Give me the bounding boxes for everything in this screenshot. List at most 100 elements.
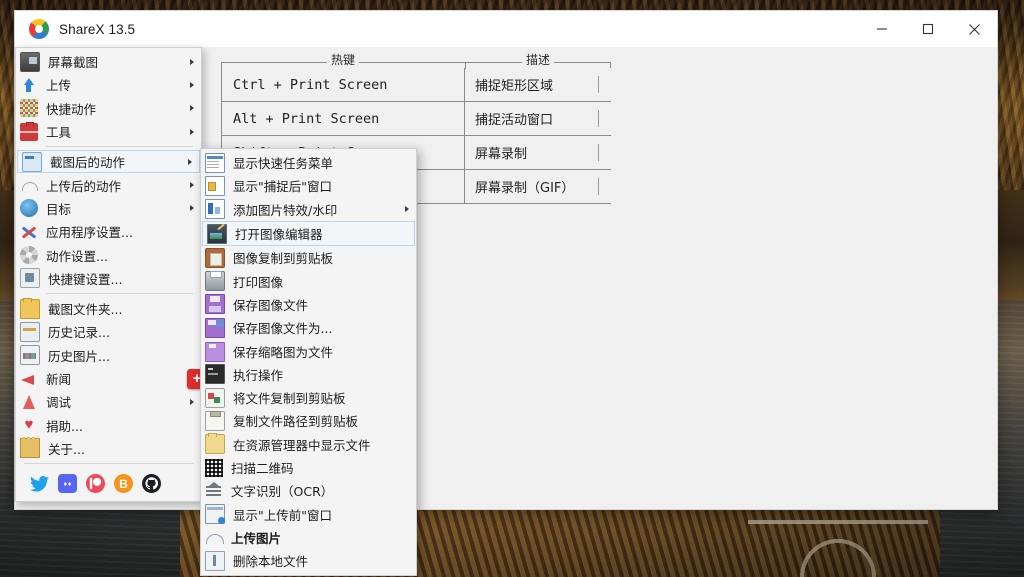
menu-item-label: 保存缩略图为文件	[233, 344, 334, 360]
submenu-item-before-upload-window[interactable]: 显示"上传前"窗口	[201, 502, 416, 525]
submenu-item-delete-local-file[interactable]: 删除本地文件	[201, 549, 416, 572]
submenu-item-copy-file-path[interactable]: 复制文件路径到剪贴板	[201, 409, 416, 432]
menu-item-label: 上传图片	[231, 530, 282, 546]
menu-item-upload-arrow[interactable]: 上传	[16, 73, 201, 96]
submenu-item-upload-image[interactable]: 上传图片	[201, 526, 416, 549]
menu-item-label: 显示"上传前"窗口	[233, 507, 332, 523]
menu-item-toolbox[interactable]: 工具	[16, 120, 201, 143]
submenu-item-save[interactable]: 保存图像文件	[201, 293, 416, 316]
destination-globe-icon	[20, 199, 38, 218]
menu-item-screenshot[interactable]: 屏幕截图	[16, 50, 201, 73]
save-as-icon	[205, 317, 225, 338]
menu-item-grid[interactable]: 快捷动作	[16, 97, 201, 120]
submenu-item-save-thumbnail[interactable]: 保存缩略图为文件	[201, 339, 416, 363]
menu-item-gear[interactable]: 动作设置...	[16, 243, 201, 266]
description-column-header: 描述	[465, 51, 611, 69]
folder-icon	[20, 297, 40, 319]
submenu-item-copy-file[interactable]: 将文件复制到剪贴板	[201, 386, 416, 409]
hotkey-description-cell: 捕捉矩形区域	[475, 79, 554, 94]
discord-icon[interactable]	[58, 474, 77, 494]
menu-item-label: 历史图片...	[48, 348, 110, 364]
hotkey-description-cell: 屏幕录制	[475, 147, 528, 162]
bitcoin-icon[interactable]: B	[114, 474, 133, 494]
twitter-icon[interactable]	[30, 474, 49, 493]
menu-item-hotkey-settings[interactable]: 快捷键设置...	[16, 267, 201, 290]
maximize-button[interactable]	[905, 11, 951, 47]
minimize-button[interactable]	[859, 11, 905, 47]
close-button[interactable]	[951, 11, 997, 47]
image-effects-icon	[205, 199, 225, 220]
menu-item-after-upload-cloud[interactable]: 上传后的动作	[16, 173, 201, 196]
chevron-right-icon	[190, 105, 194, 112]
hotkey-status-cell	[585, 170, 611, 203]
menu-item-debug-cone[interactable]: 调试	[16, 390, 201, 413]
menu-item-label: 快捷动作	[46, 101, 97, 117]
menu-item-heart[interactable]: ♥ 捐助...	[16, 413, 201, 436]
history-icon	[20, 321, 40, 342]
submenu-item-after-capture-window[interactable]: 显示"捕捉后"窗口	[201, 174, 416, 197]
delete-local-file-icon	[205, 550, 225, 571]
submenu-item-copy-image[interactable]: 图像复制到剪贴板	[201, 246, 416, 269]
chevron-right-icon	[190, 128, 194, 135]
description-column-label: 描述	[521, 51, 555, 68]
news-megaphone-icon	[20, 370, 38, 388]
menu-item-destination-globe[interactable]: 目标	[16, 197, 201, 220]
github-icon[interactable]	[142, 474, 161, 494]
menu-item-label: 将文件复制到剪贴板	[233, 391, 346, 407]
menu-item-label: 执行操作	[233, 367, 284, 383]
quick-task-menu-icon	[205, 152, 225, 173]
menu-item-after-capture[interactable]: 截图后的动作	[17, 150, 200, 174]
submenu-item-image-effects[interactable]: 添加图片特效/水印	[201, 198, 416, 221]
hotkey-table-header: 热键 描述	[221, 51, 611, 69]
submenu-item-print[interactable]: 打印图像	[201, 269, 416, 292]
menu-item-news-megaphone[interactable]: 新闻 +	[16, 367, 207, 390]
menu-item-label: 截图文件夹...	[48, 302, 123, 318]
main-menu-body: 屏幕截图 上传快捷动作工具截图后的动作上传后的动作 目标应用程序设置... 动作设置.…	[16, 50, 207, 460]
submenu-item-quick-task-menu[interactable]: 显示快速任务菜单	[201, 151, 416, 174]
qr-code-icon	[205, 458, 223, 477]
header-endcap	[610, 62, 611, 68]
hotkey-status-cell	[585, 136, 611, 169]
before-upload-window-icon	[205, 504, 225, 525]
menu-item-app-settings[interactable]: 应用程序设置...	[16, 220, 201, 243]
menu-item-image-history[interactable]: 历史图片...	[16, 344, 201, 367]
menu-item-label: 显示"捕捉后"窗口	[233, 179, 332, 195]
hotkey-status-cell	[585, 102, 611, 135]
hotkey-column-label: 热键	[326, 51, 360, 68]
submenu-item-execute-action[interactable]: 执行操作	[201, 363, 416, 386]
upload-arrow-icon	[20, 76, 38, 94]
menu-item-label: 删除本地文件	[233, 554, 309, 570]
menu-item-label: 复制文件路径到剪贴板	[233, 414, 359, 430]
screenshot-icon	[20, 51, 40, 72]
menu-item-label: 动作设置...	[46, 248, 108, 264]
menu-item-about[interactable]: 关于...	[16, 437, 201, 460]
menu-item-folder[interactable]: 截图文件夹...	[16, 297, 201, 320]
image-history-icon	[20, 345, 40, 366]
gear-icon	[20, 246, 38, 265]
submenu-item-save-as[interactable]: 保存图像文件为...	[201, 316, 416, 339]
menu-item-history[interactable]: 历史记录...	[16, 320, 201, 343]
heart-icon: ♥	[24, 416, 34, 434]
submenu-item-show-in-explorer[interactable]: 在资源管理器中显示文件	[201, 433, 416, 456]
chevron-right-icon	[405, 206, 409, 213]
menu-item-label: 扫描二维码	[231, 461, 294, 476]
submenu-item-image-editor[interactable]: 打开图像编辑器	[202, 220, 415, 247]
print-icon	[205, 271, 225, 292]
submenu-item-ocr[interactable]: 文字识别（OCR）	[201, 479, 416, 502]
social-links-row: B	[16, 467, 201, 498]
chevron-right-icon	[190, 58, 194, 65]
patreon-icon[interactable]	[86, 474, 105, 494]
menu-item-label: 应用程序设置...	[46, 225, 133, 241]
hotkey-row[interactable]: Ctrl + Print Screen 捕捉矩形区域	[221, 68, 611, 102]
hotkey-description-cell: 捕捉活动窗口	[475, 113, 554, 128]
save-icon	[205, 294, 225, 315]
menu-separator	[46, 292, 193, 294]
menu-item-label: 图像复制到剪贴板	[233, 251, 334, 267]
menu-item-label: 打印图像	[233, 274, 284, 290]
copy-file-path-icon	[205, 410, 225, 431]
hotkey-row[interactable]: Alt + Print Screen 捕捉活动窗口	[221, 102, 611, 136]
hotkey-settings-icon	[20, 268, 40, 289]
menu-item-label: 工具	[46, 125, 72, 141]
menu-item-label: 截图后的动作	[50, 155, 126, 171]
submenu-item-qr-code[interactable]: 扫描二维码	[201, 456, 416, 479]
